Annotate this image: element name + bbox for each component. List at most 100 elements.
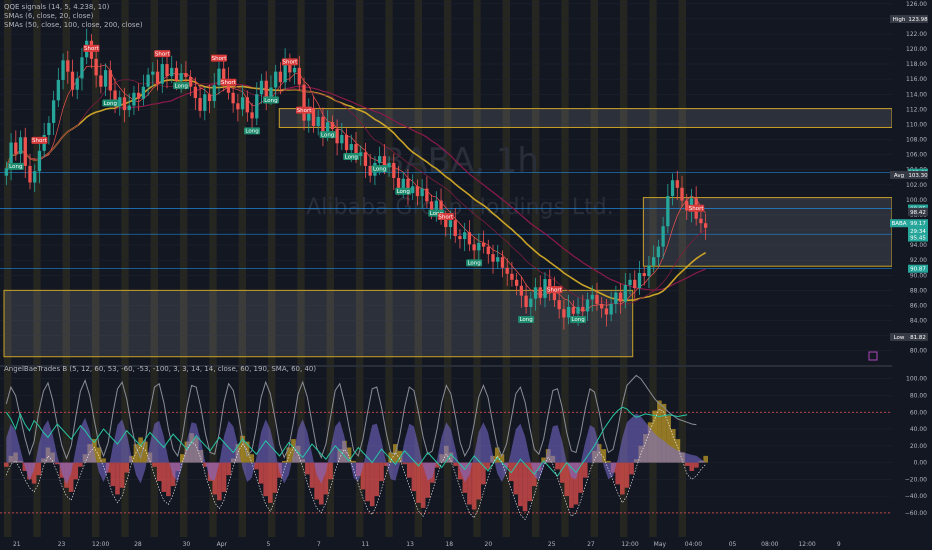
osc-histogram-bar — [351, 460, 356, 463]
candle-body — [396, 177, 401, 189]
osc-histogram-bar — [156, 462, 162, 482]
candle-body — [108, 70, 112, 91]
legend-oscillator[interactable]: AngelBaeTrades B (5, 12, 60, 53, -60, -5… — [4, 365, 316, 374]
candle-body — [349, 144, 353, 151]
candle-body — [637, 273, 642, 289]
candle-body — [335, 128, 339, 144]
candle-body — [184, 73, 188, 77]
osc-tick-label: 100.00 — [906, 376, 927, 383]
legend-sma-long[interactable]: SMAs (50, close, 100, close, 200, close) — [4, 21, 143, 30]
candle-body — [652, 257, 656, 266]
time-tick-label: 27 — [587, 541, 595, 548]
candle-body — [240, 97, 245, 110]
candle-body — [70, 71, 75, 90]
candle-body — [623, 285, 627, 302]
candle-body — [23, 137, 27, 166]
candle-body — [562, 309, 566, 318]
candle-body — [529, 298, 533, 307]
time-tick-label: 9 — [837, 541, 841, 548]
time-axis[interactable]: 21 23 12:00 28 30 Apr 5 7 11 13 18 20 25 27 12:00 May 04… — [0, 537, 932, 550]
candle-body — [666, 196, 670, 227]
price-tick-label: 120.00 — [906, 46, 927, 53]
candle-body — [600, 303, 604, 309]
time-tick-label: 13 — [406, 541, 414, 548]
signal-label: Long — [571, 317, 584, 323]
osc-histogram-bar — [453, 462, 458, 466]
candle-body — [368, 165, 372, 176]
watermark-name: Alibaba Group Holdings Ltd. — [306, 195, 614, 220]
osc-tick-label: 0.00 — [914, 460, 928, 467]
osc-histogram-bar — [124, 462, 130, 473]
osc-tick-label: −60.00 — [905, 510, 927, 517]
candle-body — [387, 162, 391, 168]
signal-label: Long — [104, 101, 117, 107]
legend-qqe[interactable]: QQE signals (14, 5, 4.238, 10) — [4, 3, 109, 12]
osc-histogram-bar — [328, 462, 333, 480]
signal-label: Long — [345, 154, 358, 160]
time-tick-label: 30 — [183, 541, 191, 548]
candle-body — [647, 265, 651, 277]
candle-body — [703, 223, 708, 228]
price-tag-value: 81.82 — [910, 335, 926, 341]
osc-histogram-bar — [110, 462, 116, 487]
legend-sma-short[interactable]: SMAs (6, close, 20, close) — [4, 12, 93, 21]
price-tag-label: Avg — [894, 173, 904, 179]
candle-body — [604, 308, 609, 315]
time-tick-label: 25 — [548, 541, 556, 548]
candle-body — [28, 165, 32, 183]
candle-body — [486, 246, 490, 255]
signal-label: Long — [175, 83, 188, 89]
signal-label: Long — [245, 129, 258, 135]
candle-body — [316, 116, 320, 126]
osc-histogram-bar — [620, 462, 625, 495]
time-tick-label: 23 — [58, 541, 66, 548]
candle-body — [151, 71, 155, 75]
time-tick-label: 12:00 — [621, 541, 638, 548]
time-tick-label: 20 — [485, 541, 493, 548]
candle-body — [259, 80, 264, 95]
osc-histogram-bar — [258, 462, 264, 484]
candle-body — [179, 73, 183, 81]
time-tick-label: 05 — [729, 541, 737, 548]
candle-body — [212, 85, 216, 102]
candle-body — [448, 220, 453, 228]
candle-body — [359, 152, 363, 157]
signal-label: Short — [84, 46, 100, 52]
candle-body — [141, 86, 146, 99]
signal-label: Long — [264, 98, 277, 104]
candle-body — [392, 162, 396, 178]
candle-body — [581, 306, 585, 312]
osc-tick-label: −20.00 — [905, 476, 927, 483]
candle-body — [496, 257, 500, 262]
price-tag-value: 98.42 — [910, 210, 926, 216]
osc-histogram-bar — [522, 462, 528, 512]
candle-body — [137, 92, 141, 99]
price-tag-value: 90.87 — [910, 267, 926, 273]
candle-body — [618, 292, 623, 302]
candle-body — [415, 186, 420, 197]
price-tag-label: BABA — [891, 221, 906, 227]
candle-body — [642, 273, 646, 277]
price-tag-label: High — [893, 17, 906, 23]
signal-label: Long — [373, 166, 386, 172]
osc-histogram-bar — [152, 462, 157, 467]
candle-body — [330, 122, 335, 129]
candle-body — [628, 279, 632, 286]
price-tick-label: 110.00 — [906, 121, 927, 128]
candle-body — [463, 232, 467, 240]
osc-histogram-bar — [249, 454, 255, 463]
osc-tick-label: 80.00 — [910, 392, 927, 399]
osc-histogram-bar — [161, 462, 167, 492]
osc-histogram-bar — [411, 462, 417, 492]
candle-body — [245, 97, 249, 113]
candle-body — [458, 236, 462, 240]
candle-body — [510, 273, 514, 280]
candle-body — [274, 71, 278, 88]
osc-histogram-bar — [416, 462, 421, 503]
candle-body — [80, 57, 84, 79]
candle-body — [425, 188, 429, 202]
signal-label: Short — [689, 206, 705, 212]
price-tick-label: 102.00 — [906, 182, 927, 189]
osc-histogram-bar — [272, 462, 278, 493]
price-tick-label: 116.00 — [906, 76, 927, 83]
